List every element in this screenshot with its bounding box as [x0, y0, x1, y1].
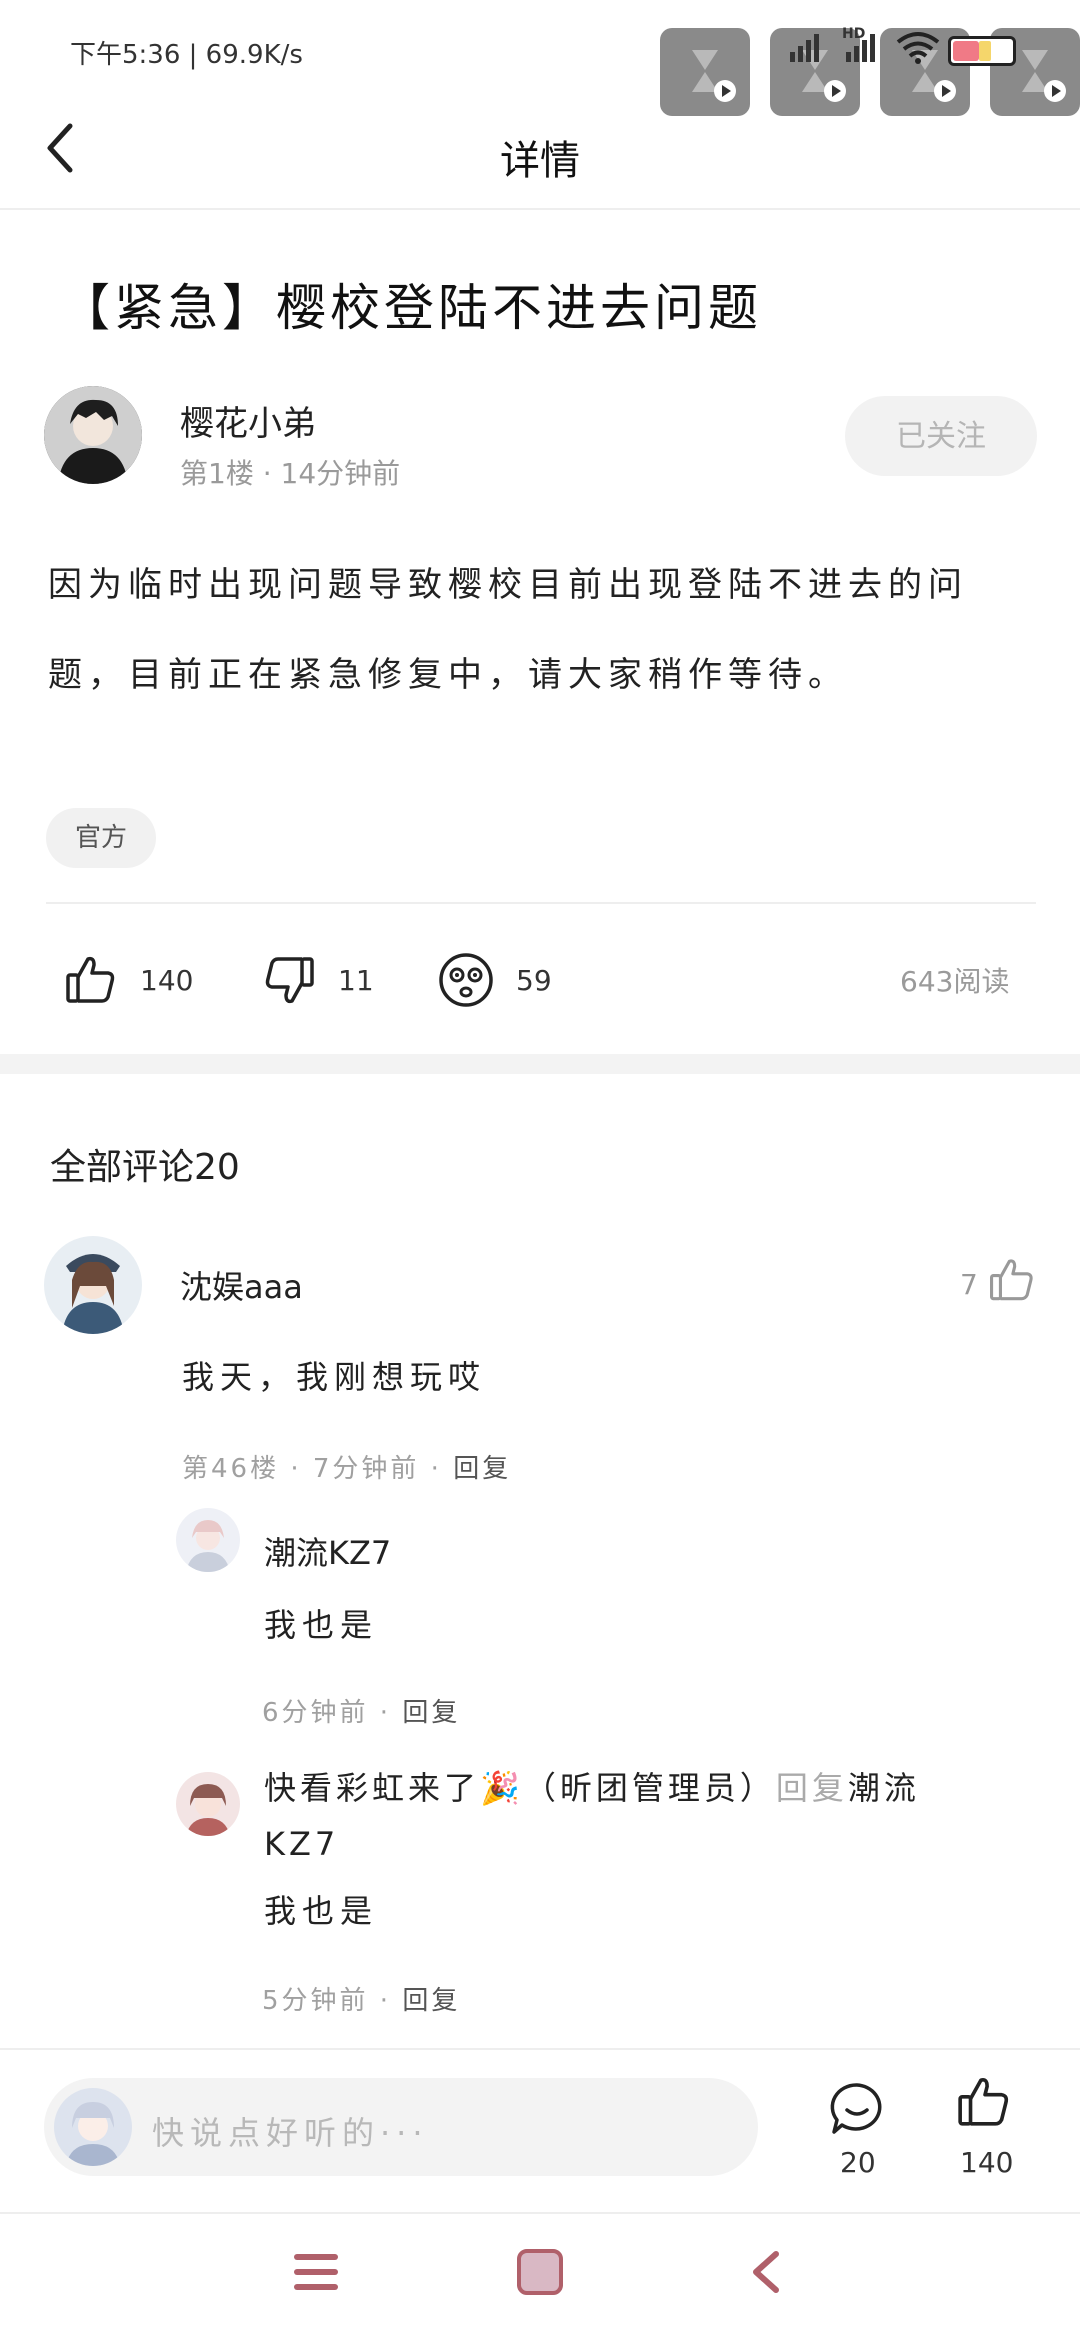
play-icon	[714, 80, 736, 102]
read-count: 643阅读	[900, 965, 1010, 998]
bottom-like-count: 140	[960, 2146, 1014, 2179]
page-title: 详情	[500, 138, 580, 184]
battery-icon	[948, 36, 1016, 66]
author-avatar[interactable]	[44, 386, 142, 484]
back-icon[interactable]	[748, 2250, 784, 2294]
dizzy-reaction-button[interactable]: 59	[438, 950, 552, 1010]
cell-signal-icon	[790, 34, 822, 62]
reply-author-name[interactable]: 潮流KZ7	[264, 1528, 391, 1574]
post-meta: 第1楼 · 14分钟前	[180, 457, 401, 490]
user-avatar	[54, 2088, 132, 2166]
floating-window-tile[interactable]	[660, 28, 750, 116]
reply-avatar[interactable]	[176, 1508, 240, 1572]
reply-word: 回复	[775, 1769, 848, 1807]
post-tag[interactable]: 官方	[46, 808, 156, 868]
like-button[interactable]: 140	[64, 950, 193, 1010]
reply-meta-text: 5分钟前 ·	[262, 1986, 403, 2016]
comment-count: 20	[840, 2146, 876, 2179]
avatar-illustration	[176, 1508, 240, 1572]
post-body: 因为临时出现问题导致樱校目前出现登陆不进去的问题，目前正在紧急修复中，请大家稍作…	[48, 565, 968, 695]
dislike-count: 11	[338, 963, 374, 997]
network-type-label: HD	[842, 26, 866, 42]
status-time: 下午5:36 | 69.9K/s	[70, 40, 303, 70]
avatar-illustration	[44, 386, 142, 484]
reply-text: 我也是	[264, 1606, 379, 1644]
play-icon	[934, 80, 956, 102]
comment-input-placeholder: 快说点好听的···	[152, 2114, 429, 2152]
commenter-name[interactable]: 沈娱aaa	[180, 1262, 303, 1308]
comment-icon[interactable]	[828, 2080, 886, 2138]
menu-icon[interactable]	[292, 2250, 340, 2294]
section-separator	[0, 1054, 1080, 1074]
reply-meta: 5分钟前 · 回复	[262, 1980, 460, 2017]
reply-link[interactable]: 回复	[453, 1454, 511, 1484]
reply-link[interactable]: 回复	[402, 1986, 460, 2016]
reply-heading: 快看彩虹来了🎉（昕团管理员）回复潮流KZ7	[264, 1760, 984, 1872]
thumbs-up-icon	[66, 956, 115, 1003]
header-divider	[0, 208, 1080, 210]
comment-meta-text: 第46楼 · 7分钟前 ·	[182, 1454, 454, 1484]
like-count: 140	[140, 963, 194, 997]
commenter-avatar[interactable]	[44, 1236, 142, 1334]
reply-text: 我也是	[264, 1892, 379, 1930]
avatar-illustration	[176, 1772, 240, 1836]
comment-text: 我天，我刚想玩哎	[182, 1358, 487, 1396]
comment-meta: 第46楼 · 7分钟前 · 回复	[182, 1448, 511, 1485]
bottom-bar-divider	[0, 2048, 1080, 2050]
comment-like-count: 7	[960, 1268, 978, 1301]
thumbs-up-icon[interactable]	[956, 2074, 1012, 2130]
follow-button[interactable]: 已关注	[845, 396, 1037, 476]
play-icon	[824, 80, 846, 102]
dizzy-count: 59	[516, 963, 552, 997]
reply-avatar[interactable]	[176, 1772, 240, 1836]
play-icon	[1044, 80, 1066, 102]
home-square-icon[interactable]	[516, 2248, 564, 2296]
avatar-illustration	[54, 2088, 132, 2166]
dizzy-face-icon	[439, 953, 493, 1007]
avatar-illustration	[44, 1236, 142, 1334]
wifi-icon	[896, 32, 940, 64]
reply-link[interactable]: 回复	[402, 1698, 460, 1728]
reply-meta: 6分钟前 · 回复	[262, 1692, 460, 1729]
comment-input[interactable]: 快说点好听的···	[44, 2078, 758, 2176]
reply-meta-text: 6分钟前 ·	[262, 1698, 403, 1728]
post-divider	[46, 902, 1036, 904]
comments-title: 全部评论20	[50, 1147, 240, 1188]
reply-author-name[interactable]: 快看彩虹来了🎉（昕团管理员）	[264, 1769, 776, 1807]
dislike-button[interactable]: 11	[262, 950, 374, 1010]
author-name[interactable]: 樱花小弟	[180, 396, 316, 445]
system-navbar	[0, 2212, 1080, 2342]
thumbs-down-icon	[265, 957, 314, 1004]
post-title: 【紧急】樱校登陆不进去问题	[60, 279, 762, 337]
thumbs-up-icon[interactable]	[988, 1256, 1036, 1304]
